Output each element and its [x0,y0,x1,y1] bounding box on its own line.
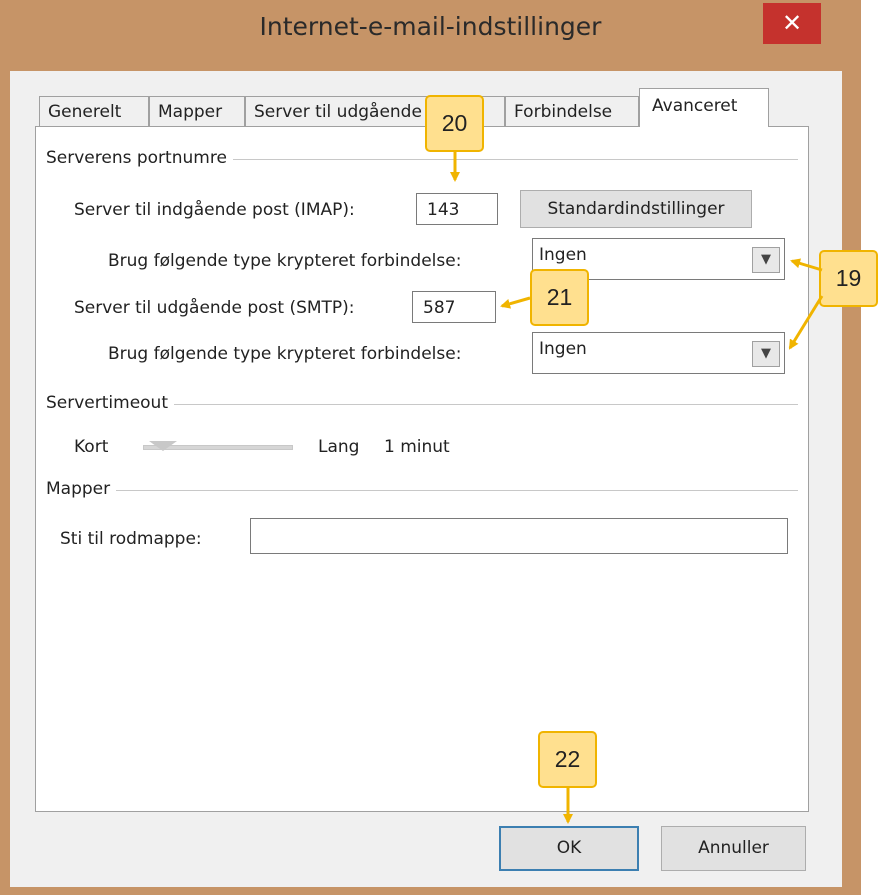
root-folder-input[interactable] [250,518,788,554]
callout-21: 21 [530,269,589,326]
imap-port-label: Server til indgående post (IMAP): [74,200,355,220]
close-button[interactable]: ✕ [763,3,821,44]
timeout-value: 1 minut [384,437,450,457]
encryption-value-imap: Ingen [539,245,587,265]
timeout-short-label: Kort [74,437,109,457]
smtp-port-input[interactable]: 587 [412,291,496,323]
chevron-down-icon: ▼ [752,341,780,367]
tab-generelt[interactable]: Generelt [39,96,149,126]
group-label-folders: Mapper [46,479,117,499]
encryption-value-smtp: Ingen [539,339,587,359]
window-title: Internet-e-mail-indstillinger [259,12,602,41]
callout-20: 20 [425,95,484,152]
dialog-client-area: Generelt Mapper Server til udgående post… [10,71,842,887]
callout-22: 22 [538,731,597,788]
callout-19: 19 [819,250,878,307]
encryption-label-imap: Brug følgende type krypteret forbindelse… [108,251,462,271]
ok-button[interactable]: OK [499,826,639,871]
timeout-slider-thumb[interactable] [149,441,177,451]
encryption-select-smtp[interactable]: Ingen ▼ [532,332,785,374]
encryption-label-smtp: Brug følgende type krypteret forbindelse… [108,344,462,364]
standard-settings-button[interactable]: Standardindstillinger [520,190,752,228]
imap-port-input[interactable]: 143 [416,193,498,225]
timeout-long-label: Lang [318,437,360,457]
cancel-button[interactable]: Annuller [661,826,806,871]
close-icon: ✕ [781,9,803,37]
group-label-ports: Serverens portnumre [46,148,233,168]
group-label-timeout: Servertimeout [46,393,174,413]
tab-mapper[interactable]: Mapper [149,96,245,126]
group-divider-folders [46,490,798,491]
tab-avanceret[interactable]: Avanceret [639,88,769,127]
chevron-down-icon: ▼ [752,247,780,273]
smtp-port-label: Server til udgående post (SMTP): [74,298,355,318]
advanced-tab-panel: Serverens portnumre Server til indgående… [35,126,809,812]
tab-forbindelse[interactable]: Forbindelse [505,96,639,126]
root-folder-label: Sti til rodmappe: [60,529,202,549]
